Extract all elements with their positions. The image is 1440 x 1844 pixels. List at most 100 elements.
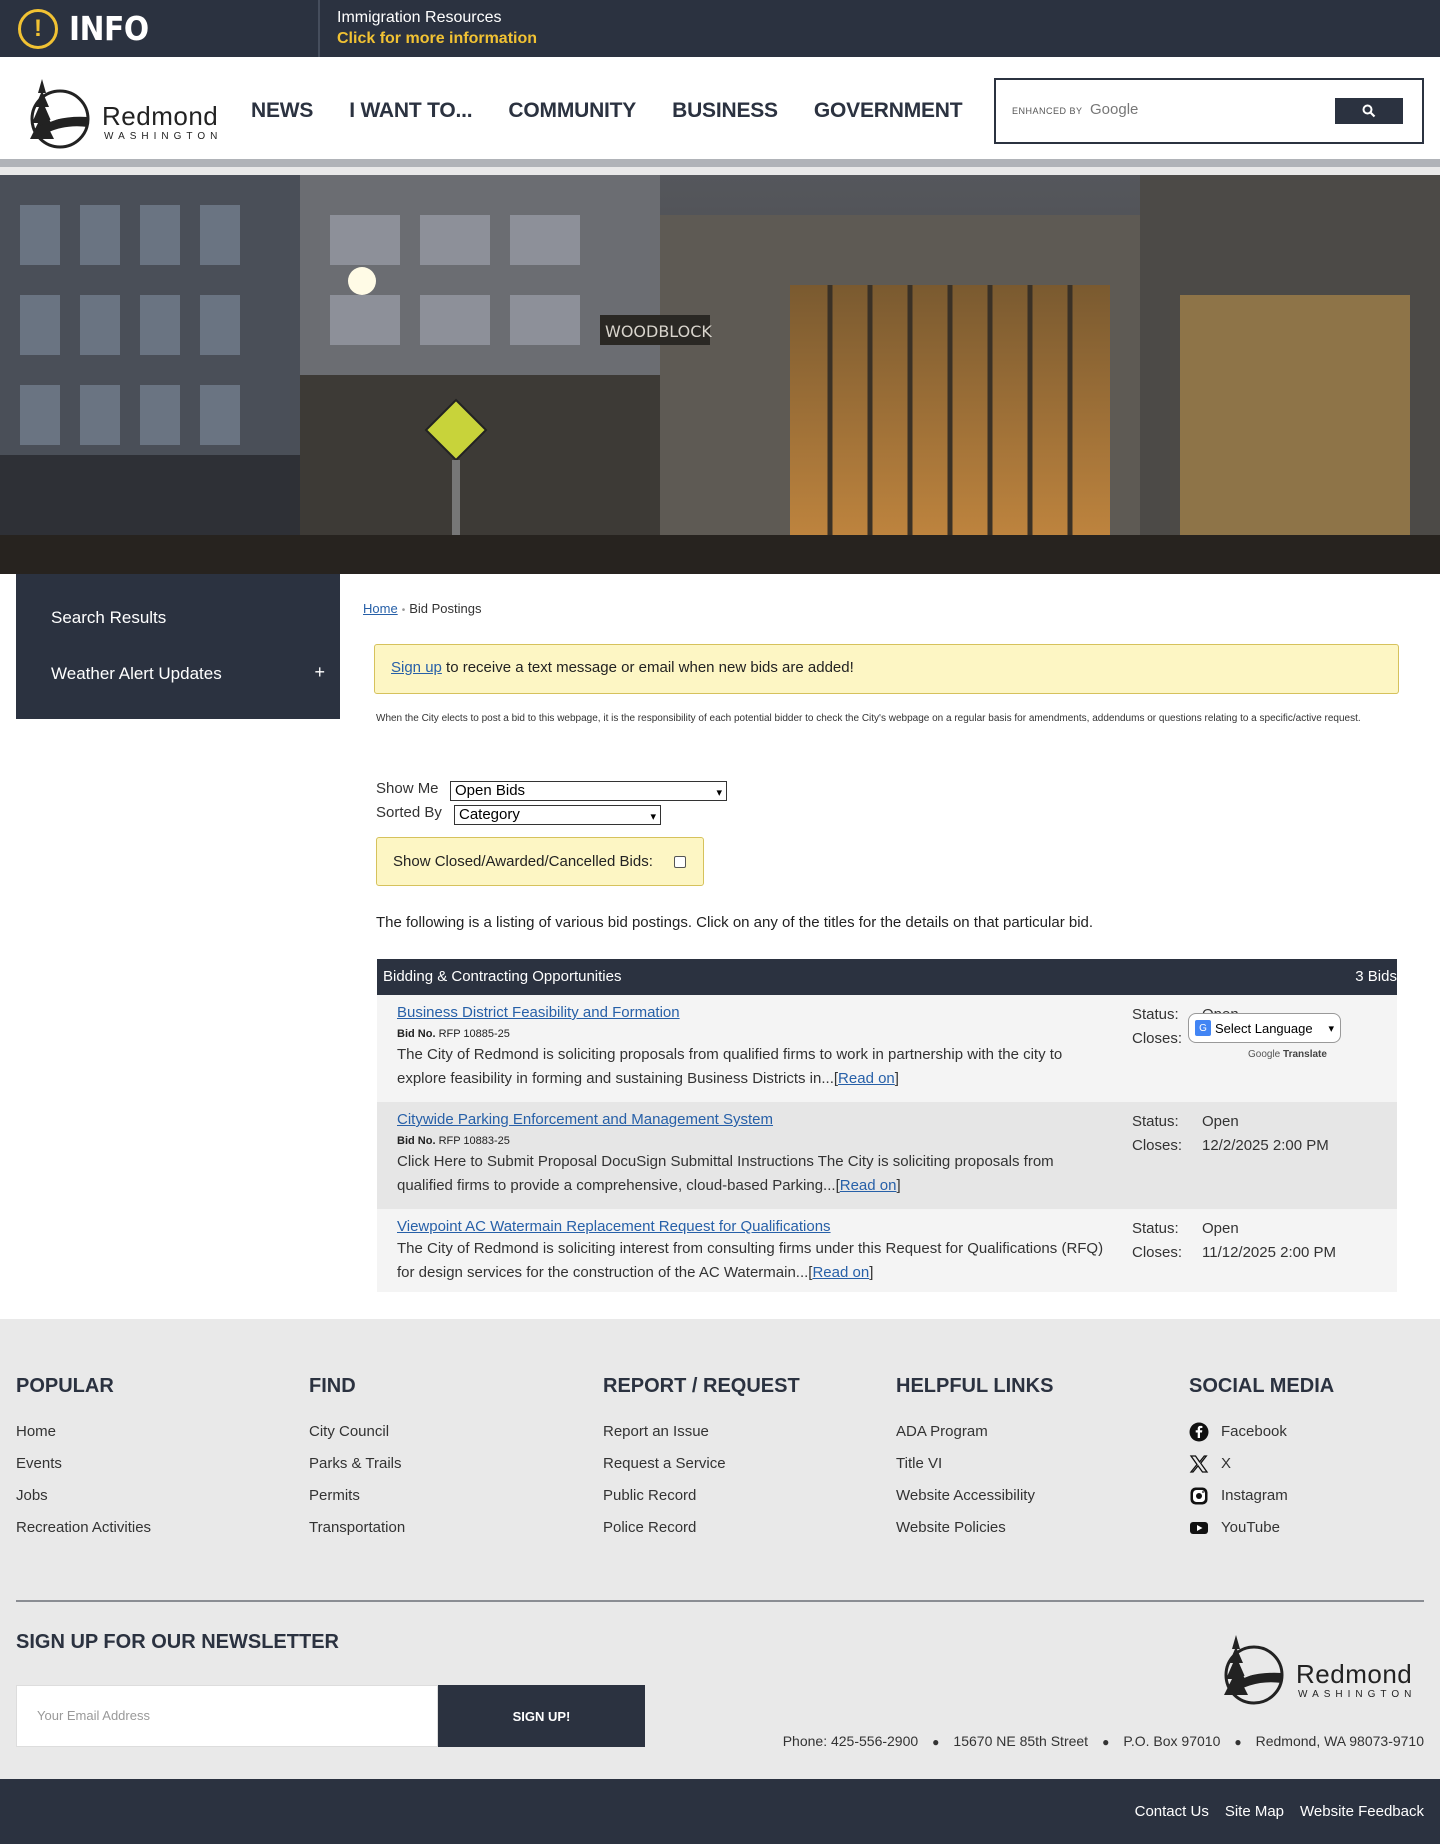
footer-city-logo[interactable]: Redmond WASHINGTON — [1210, 1629, 1424, 1709]
footer-link[interactable]: Public Record — [603, 1480, 800, 1512]
closes-value: 12/2/2025 2:00 PM — [1202, 1137, 1329, 1154]
chevron-down-icon: ▾ — [716, 787, 722, 799]
footer-link[interactable]: Parks & Trails — [309, 1448, 405, 1480]
bid-description-text: The City of Redmond is soliciting intere… — [397, 1240, 1104, 1281]
social-youtube[interactable]: YouTube — [1189, 1512, 1334, 1544]
alert-line1[interactable]: Immigration Resources — [337, 8, 537, 28]
disclaimer-text: When the City elects to post a bid to th… — [376, 713, 1361, 724]
social-x[interactable]: X — [1189, 1448, 1334, 1480]
city-logo[interactable]: Redmond WASHINGTON — [16, 73, 226, 153]
social-label: YouTube — [1221, 1519, 1280, 1536]
social-facebook[interactable]: Facebook — [1189, 1416, 1334, 1448]
bids-table: Bidding & Contracting Opportunities 3 Bi… — [377, 959, 1397, 1292]
bids-table-header: Bidding & Contracting Opportunities 3 Bi… — [377, 959, 1397, 995]
google-translate-icon: G — [1195, 1020, 1211, 1036]
breadcrumb: Home • Bid Postings — [363, 601, 481, 616]
search-button[interactable] — [1335, 98, 1403, 124]
nav-business[interactable]: BUSINESS — [672, 99, 778, 123]
signup-link[interactable]: Sign up — [391, 659, 442, 676]
exclamation-icon: ! — [18, 8, 58, 49]
website-feedback-link[interactable]: Website Feedback — [1300, 1803, 1424, 1820]
footer-link[interactable]: Request a Service — [603, 1448, 800, 1480]
footer-link[interactable]: City Council — [309, 1416, 405, 1448]
nav-community[interactable]: COMMUNITY — [508, 99, 636, 123]
read-on-link[interactable]: Read on — [838, 1070, 895, 1087]
bid-title-link[interactable]: Viewpoint AC Watermain Replacement Reque… — [397, 1218, 831, 1235]
contact-us-link[interactable]: Contact Us — [1135, 1803, 1209, 1820]
bid-title-link[interactable]: Business District Feasibility and Format… — [397, 1004, 680, 1021]
alert-label[interactable]: ! INFO — [0, 0, 320, 57]
footer-link[interactable]: Permits — [309, 1480, 405, 1512]
bottom-links: Contact Us Site Map Website Feedback — [1119, 1803, 1424, 1820]
footer-link[interactable]: Jobs — [16, 1480, 151, 1512]
chevron-down-icon: ▾ — [650, 811, 656, 823]
tree-logo-icon — [1224, 1635, 1284, 1705]
footer-heading: FIND — [309, 1375, 356, 1397]
show-me-select[interactable]: Open Bids ▾ — [450, 781, 727, 801]
newsletter-email-input[interactable]: Your Email Address — [16, 1685, 438, 1747]
show-closed-label: Show Closed/Awarded/Cancelled Bids: — [393, 853, 653, 870]
status-value: Open — [1202, 1220, 1239, 1237]
street-scene-image: WOODBLOCK — [0, 175, 1440, 574]
footer-link[interactable]: Recreation Activities — [16, 1512, 151, 1544]
instagram-icon — [1189, 1486, 1209, 1506]
footer-link[interactable]: Website Accessibility — [896, 1480, 1053, 1512]
powered-by-translate[interactable]: Google Translate — [1248, 1049, 1327, 1060]
site-map-link[interactable]: Site Map — [1225, 1803, 1284, 1820]
footer-divider — [16, 1600, 1424, 1602]
newsletter-signup-button[interactable]: SIGN UP! — [438, 1685, 645, 1747]
bids-table-title: Bidding & Contracting Opportunities — [383, 968, 622, 985]
footer-col-report-request: REPORT / REQUEST Report an Issue Request… — [603, 1375, 800, 1544]
show-closed-box: Show Closed/Awarded/Cancelled Bids: — [376, 837, 704, 886]
read-on-link[interactable]: Read on — [812, 1264, 869, 1281]
breadcrumb-separator: • — [401, 605, 406, 616]
bid-number-label: Bid No. — [397, 1135, 436, 1147]
status-value: Open — [1202, 1113, 1239, 1130]
sidebar-item-weather-alert-updates[interactable]: Weather Alert Updates — [51, 664, 222, 684]
bid-title-link[interactable]: Citywide Parking Enforcement and Managem… — [397, 1111, 773, 1128]
footer-link[interactable]: Police Record — [603, 1512, 800, 1544]
footer-heading: HELPFUL LINKS — [896, 1375, 1054, 1397]
show-me-label: Show Me — [376, 780, 439, 797]
footer-logo-subtitle: WASHINGTON — [1298, 1689, 1417, 1700]
signup-notice-text: to receive a text message or email when … — [441, 659, 854, 676]
logo-wordmark: Redmond — [102, 101, 219, 131]
expand-plus-icon[interactable]: + — [314, 662, 325, 683]
sidebar-item-search-results[interactable]: Search Results — [51, 608, 166, 628]
footer-link[interactable]: Events — [16, 1448, 151, 1480]
show-closed-checkbox[interactable] — [674, 856, 686, 868]
breadcrumb-home[interactable]: Home — [363, 601, 398, 616]
tree-logo-icon — [30, 79, 90, 149]
search-input[interactable]: ENHANCED BY Google — [994, 78, 1424, 144]
sorted-by-select[interactable]: Category ▾ — [454, 805, 661, 825]
svg-text:WOODBLOCK: WOODBLOCK — [605, 322, 712, 341]
footer-link[interactable]: Home — [16, 1416, 151, 1448]
footer-col-find: FIND City Council Parks & Trails Permits… — [309, 1375, 405, 1544]
sorted-by-value: Category — [459, 806, 520, 823]
hero-image: WOODBLOCK — [0, 175, 1440, 574]
footer-link[interactable]: Report an Issue — [603, 1416, 800, 1448]
site-footer: POPULAR Home Events Jobs Recreation Acti… — [0, 1319, 1440, 1779]
nav-government[interactable]: GOVERNMENT — [814, 99, 963, 123]
bids-count: 3 Bids — [1355, 968, 1397, 985]
bid-description: Click Here to Submit Proposal DocuSign S… — [397, 1153, 1054, 1194]
nav-i-want-to[interactable]: I WANT TO... — [349, 99, 472, 123]
bottom-bar: Contact Us Site Map Website Feedback — [0, 1779, 1440, 1844]
alert-message[interactable]: Immigration Resources Click for more inf… — [337, 8, 537, 50]
bid-number-value: RFP 10885-25 — [438, 1028, 510, 1040]
footer-link[interactable]: ADA Program — [896, 1416, 1053, 1448]
site-header: Redmond WASHINGTON NEWS I WANT TO... COM… — [0, 57, 1440, 167]
footer-link[interactable]: Website Policies — [896, 1512, 1053, 1544]
search-google-label: Google — [1090, 101, 1139, 118]
alert-line2[interactable]: Click for more information — [337, 28, 537, 50]
footer-heading: REPORT / REQUEST — [603, 1375, 800, 1397]
read-on-link[interactable]: Read on — [840, 1177, 897, 1194]
translate-label: Translate — [1283, 1049, 1327, 1060]
footer-link[interactable]: Transportation — [309, 1512, 405, 1544]
footer-link[interactable]: Title VI — [896, 1448, 1053, 1480]
nav-news[interactable]: NEWS — [251, 99, 313, 123]
bullet-separator: ● — [1234, 1735, 1242, 1749]
social-instagram[interactable]: Instagram — [1189, 1480, 1334, 1512]
language-select[interactable]: G Select Language ▾ — [1188, 1013, 1341, 1043]
bid-status: Status: Open Closes: 11/12/2025 2:00 PM — [1132, 1217, 1336, 1265]
